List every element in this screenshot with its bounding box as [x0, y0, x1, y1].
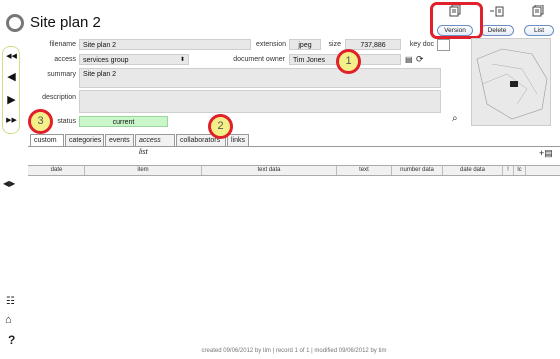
tab-categories[interactable]: categories: [65, 134, 104, 146]
col-date-data[interactable]: date data: [443, 166, 503, 175]
status-badge[interactable]: current: [79, 116, 168, 127]
tab-divider: [28, 146, 560, 147]
site-plan-thumbnail[interactable]: [471, 38, 551, 126]
col-text[interactable]: text: [337, 166, 392, 175]
key-doc-label: key doc: [409, 41, 434, 48]
summary-label: summary: [47, 71, 76, 78]
split-arrows-icon[interactable]: ◀▶: [3, 179, 15, 188]
zoom-icon[interactable]: ⌕: [452, 113, 458, 124]
extension-field[interactable]: jpeg: [289, 39, 321, 50]
col-text-data[interactable]: text data: [202, 166, 337, 175]
last-record-icon[interactable]: ▶▶: [6, 116, 17, 124]
access-select[interactable]: services group ⬍: [79, 54, 189, 65]
app-logo-icon: [6, 14, 24, 32]
select-arrows-icon: ⬍: [179, 57, 185, 63]
size-field: 737,886: [345, 39, 401, 50]
access-label: access: [54, 56, 76, 63]
help-icon[interactable]: ?: [8, 333, 15, 347]
document-owner-label: document owner: [233, 56, 285, 63]
access-value: services group: [83, 57, 129, 64]
next-record-icon[interactable]: ▶: [6, 93, 17, 106]
extension-label: extension: [256, 41, 286, 48]
description-label: description: [42, 94, 76, 101]
add-row-icon[interactable]: +▤: [539, 148, 553, 159]
tab-access-list[interactable]: access list: [135, 134, 175, 156]
marker-2: 2: [208, 114, 233, 139]
description-field[interactable]: [79, 90, 441, 113]
record-footer: created 09/06/2012 by tim | record 1 of …: [201, 348, 387, 354]
marker-3: 3: [28, 109, 53, 134]
list-icon[interactable]: [532, 4, 544, 17]
list-button[interactable]: List: [524, 25, 554, 36]
page-title: Site plan 2: [30, 14, 101, 31]
delete-icon[interactable]: [490, 6, 504, 17]
filename-label: filename: [49, 41, 76, 48]
first-record-icon[interactable]: ◀◀: [6, 52, 17, 60]
col-lc[interactable]: lc: [514, 166, 526, 175]
home-icon[interactable]: ⌂: [5, 314, 12, 326]
key-doc-checkbox[interactable]: [437, 39, 450, 51]
filename-field[interactable]: Site plan 2: [79, 39, 251, 50]
tab-links[interactable]: links: [227, 134, 249, 146]
col-date[interactable]: date: [29, 166, 85, 175]
col-flag[interactable]: !: [503, 166, 514, 175]
checklist-icon[interactable]: ☷: [6, 296, 15, 307]
summary-field[interactable]: Site plan 2: [79, 68, 441, 88]
delete-button[interactable]: Delete: [480, 25, 514, 36]
tab-events[interactable]: events: [105, 134, 134, 146]
col-number-data[interactable]: number data: [392, 166, 443, 175]
table-body: [28, 176, 560, 344]
owner-list-icon[interactable]: ▤: [405, 55, 413, 64]
refresh-icon[interactable]: ⟳: [416, 54, 424, 65]
marker-1: 1: [336, 49, 361, 74]
col-item[interactable]: item: [85, 166, 202, 175]
size-label: size: [328, 41, 341, 48]
previous-record-icon[interactable]: ◀: [6, 70, 17, 83]
version-highlight: [430, 2, 483, 39]
